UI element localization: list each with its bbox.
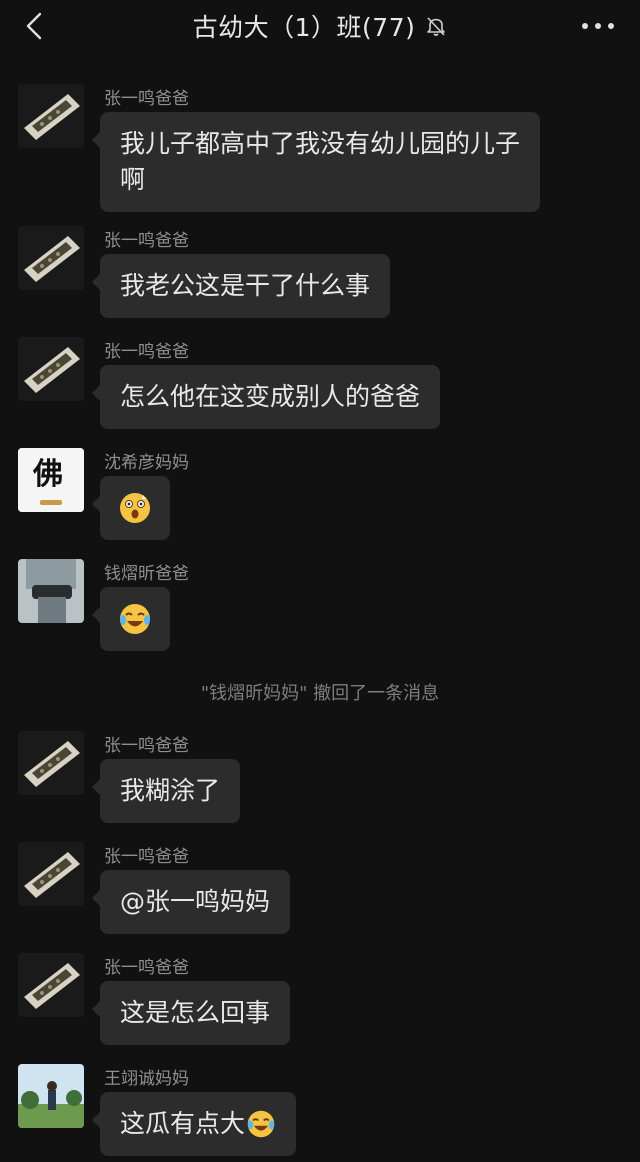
avatar[interactable] (18, 953, 84, 1017)
sender-name: 张一鸣爸爸 (104, 342, 189, 362)
chat-area[interactable]: 张一鸣爸爸 我儿子都高中了我没有幼儿园的儿子啊 张一鸣爸爸 我老公这是干了什么事… (0, 52, 640, 1162)
sender-name: 张一鸣爸爸 (104, 847, 189, 867)
sender-name: 钱熠昕爸爸 (104, 564, 189, 584)
avatar[interactable] (18, 226, 84, 290)
message-item: 佛 沈希彦妈妈 (18, 448, 618, 544)
message-bubble[interactable] (92, 476, 170, 540)
sender-name: 张一鸣爸爸 (104, 89, 189, 109)
message-bubble[interactable]: 这是怎么回事 (91, 981, 291, 1045)
avatar[interactable] (18, 559, 84, 623)
avatar[interactable] (18, 1064, 84, 1128)
message-item: 张一鸣爸爸 我儿子都高中了我没有幼儿园的儿子啊 (18, 84, 618, 214)
avatar[interactable] (18, 731, 84, 795)
sender-name: 张一鸣爸爸 (104, 736, 189, 756)
message-item: 张一鸣爸爸 @张一鸣妈妈 (18, 842, 618, 938)
sender-name: 王翊诚妈妈 (104, 1069, 189, 1089)
avatar[interactable]: 佛 (18, 448, 84, 512)
sender-name: 沈希彦妈妈 (104, 453, 189, 473)
laugh-cry-emoji-icon (247, 1110, 275, 1138)
message-item: 钱熠昕爸爸 (18, 559, 618, 655)
avatar-glyph: 佛 (32, 457, 63, 492)
avatar[interactable] (18, 842, 84, 906)
sender-name: 张一鸣爸爸 (104, 958, 189, 978)
more-dots-icon (582, 23, 614, 29)
message-bubble[interactable] (92, 587, 170, 651)
message-bubble[interactable]: @张一鸣妈妈 (91, 870, 291, 934)
message-text: 这瓜有点大 (120, 1109, 246, 1138)
message-item: 张一鸣爸爸 我糊涂了 (18, 731, 618, 827)
title-wrap: 古幼大（1）班(77) (0, 8, 640, 44)
sender-name: 张一鸣爸爸 (104, 231, 189, 251)
message-item: 张一鸣爸爸 怎么他在这变成别人的爸爸 (18, 337, 618, 433)
message-bubble[interactable]: 这瓜有点大 (91, 1092, 297, 1156)
surprised-emoji-icon (120, 493, 150, 523)
system-recall-notice: "钱熠昕妈妈" 撤回了一条消息 (200, 683, 440, 704)
mute-bell-icon (425, 15, 447, 37)
message-item: 王翊诚妈妈 这瓜有点大 (18, 1064, 618, 1160)
message-bubble[interactable]: 我老公这是干了什么事 (91, 254, 391, 318)
message-bubble[interactable]: 我糊涂了 (91, 759, 241, 823)
page-title: 古幼大（1）班(77) (192, 13, 416, 42)
avatar[interactable] (18, 337, 84, 401)
message-bubble[interactable]: 怎么他在这变成别人的爸爸 (91, 365, 441, 429)
avatar[interactable] (18, 84, 84, 148)
message-bubble[interactable]: 我儿子都高中了我没有幼儿园的儿子啊 (92, 112, 540, 212)
laugh-cry-emoji-icon (120, 604, 150, 634)
more-button[interactable] (578, 8, 618, 44)
message-item: 张一鸣爸爸 这是怎么回事 (18, 953, 618, 1049)
chat-header: 古幼大（1）班(77) (0, 0, 640, 52)
message-item: 张一鸣爸爸 我老公这是干了什么事 (18, 226, 618, 322)
